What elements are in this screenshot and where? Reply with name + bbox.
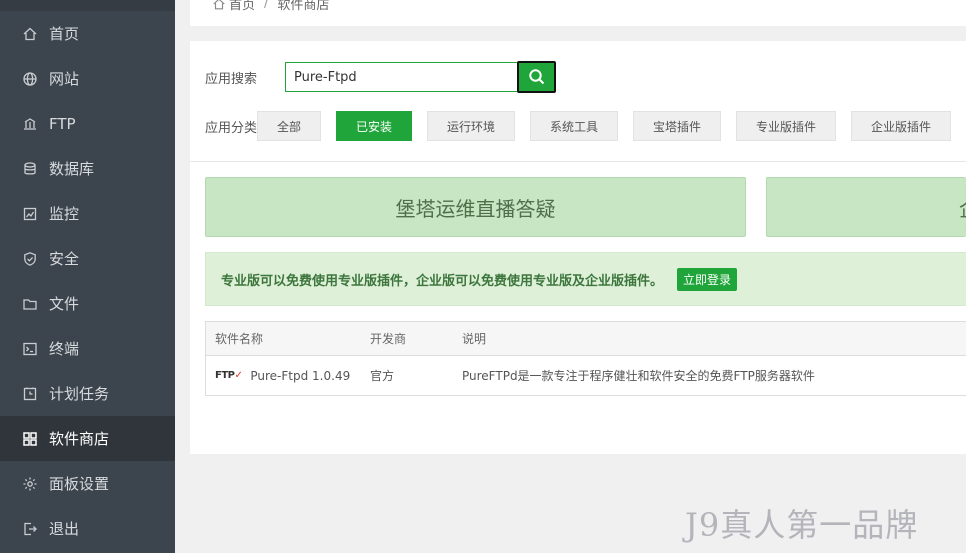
ftp-logo: FTP✓ [215,370,243,381]
software-description: PureFTPd是一款专注于程序健壮和软件安全的免费FTP服务器软件 [462,369,815,383]
sidebar-item-monitor[interactable]: 监控 [0,191,175,236]
breadcrumb-trail: 首页 / 软件商店 [212,0,329,13]
category-system-tools-button[interactable]: 系统工具 [530,111,618,141]
category-label: 应用分类 [205,120,258,136]
divider [190,161,966,162]
sidebar-item-label: 首页 [49,25,80,43]
sidebar-item-files[interactable]: 文件 [0,281,175,326]
search-icon [528,69,544,85]
sidebar-item-label: 网站 [49,70,80,88]
table-header: 软件名称 开发商 说明 [206,322,966,356]
search-row: 应用搜索 [205,61,556,93]
folder-icon [22,296,38,312]
sidebar-item-panel-settings[interactable]: 面板设置 [0,461,175,506]
ftp-logo-mark: ✓ [234,370,243,381]
sidebar-item-terminal[interactable]: 终端 [0,326,175,371]
watermark: J9真人第一品牌 [685,506,919,544]
category-enterprise-plugins-button[interactable]: 企业版插件 [851,111,951,141]
shield-icon [22,251,38,267]
database-icon [22,161,38,177]
sidebar-item-label: 软件商店 [49,430,110,448]
sidebar-item-label: 退出 [49,520,80,538]
sidebar-item-ftp[interactable]: FTP [0,101,175,146]
search-input[interactable] [285,62,517,92]
table-row[interactable]: FTP✓ Pure-Ftpd 1.0.49 官方 PureFTPd是一款专注于程… [206,356,966,395]
search-label: 应用搜索 [205,71,258,87]
sidebar-item-label: 监控 [49,205,80,223]
search-button[interactable] [517,61,556,93]
monitor-icon [22,206,38,222]
category-runtime-button[interactable]: 运行环境 [427,111,515,141]
ftp-logo-text: FTP [215,370,235,381]
header-description: 说明 [462,332,487,346]
category-bt-plugins-button[interactable]: 宝塔插件 [633,111,721,141]
globe-icon [22,71,38,87]
sidebar-item-logout[interactable]: 退出 [0,506,175,551]
software-table: 软件名称 开发商 说明 FTP✓ Pure-Ftpd 1.0.49 官方 Pur… [205,321,966,396]
sidebar-item-label: 计划任务 [49,385,110,403]
sidebar-item-label: FTP [49,114,76,133]
software-name: Pure-Ftpd 1.0.49 [250,368,351,383]
category-all-button[interactable]: 全部 [257,111,321,141]
terminal-icon [22,341,38,357]
category-installed-button[interactable]: 已安装 [336,111,412,141]
category-pro-plugins-button[interactable]: 专业版插件 [736,111,836,141]
sidebar-item-website[interactable]: 网站 [0,56,175,101]
sidebar-item-label: 面板设置 [49,475,110,493]
sidebar-item-home[interactable]: 首页 [0,11,175,56]
sidebar-item-software-store[interactable]: 软件商店 [0,416,175,461]
sidebar-item-label: 文件 [49,295,80,313]
sidebar-item-label: 安全 [49,250,80,268]
category-row: 应用分类 全部 已安装 运行环境 系统工具 宝塔插件 专业版插件 企业版插件 [205,111,966,141]
category-list: 全部 已安装 运行环境 系统工具 宝塔插件 专业版插件 企业版插件 [257,111,966,141]
sidebar-item-database[interactable]: 数据库 [0,146,175,191]
software-store-panel: 应用搜索 应用分类 全部 已安装 运行环境 系统工具 宝塔插件 专业版插件 企业… [190,41,966,454]
clock-icon [22,386,38,402]
sidebar-item-cron[interactable]: 计划任务 [0,371,175,416]
pro-notice: 专业版可以免费使用专业版插件，企业版可以免费使用专业版及企业版插件。 立即登录 [205,252,966,306]
sidebar-item-security[interactable]: 安全 [0,236,175,281]
live-qa-banner[interactable]: 堡塔运维直播答疑 [205,177,746,237]
breadcrumb-current: 软件商店 [277,0,330,13]
home-icon [212,0,226,11]
breadcrumb-separator: / [264,0,269,11]
grid-icon [22,431,38,447]
breadcrumb: 首页 / 软件商店 [190,0,966,26]
software-developer: 官方 [370,369,395,383]
breadcrumb-home-link[interactable]: 首页 [229,0,255,13]
gear-icon [22,476,38,492]
sidebar-top-strip [0,0,175,11]
ftp-icon [22,116,38,132]
sidebar: 首页 网站 FTP 数据库 监控 安全 文件 终端 计划任务 软件商店 面板设置… [0,0,175,553]
enterprise-banner[interactable]: 企 [766,177,966,237]
pro-notice-text: 专业版可以免费使用专业版插件，企业版可以免费使用专业版及企业版插件。 [221,273,664,289]
home-icon [22,26,38,42]
login-button[interactable]: 立即登录 [677,267,738,291]
sidebar-item-label: 终端 [49,340,80,358]
sidebar-item-label: 数据库 [49,160,95,178]
header-developer: 开发商 [370,332,407,346]
header-name: 软件名称 [215,332,264,346]
logout-icon [22,521,38,537]
row-name-cell: FTP✓ Pure-Ftpd 1.0.49 [206,369,370,383]
